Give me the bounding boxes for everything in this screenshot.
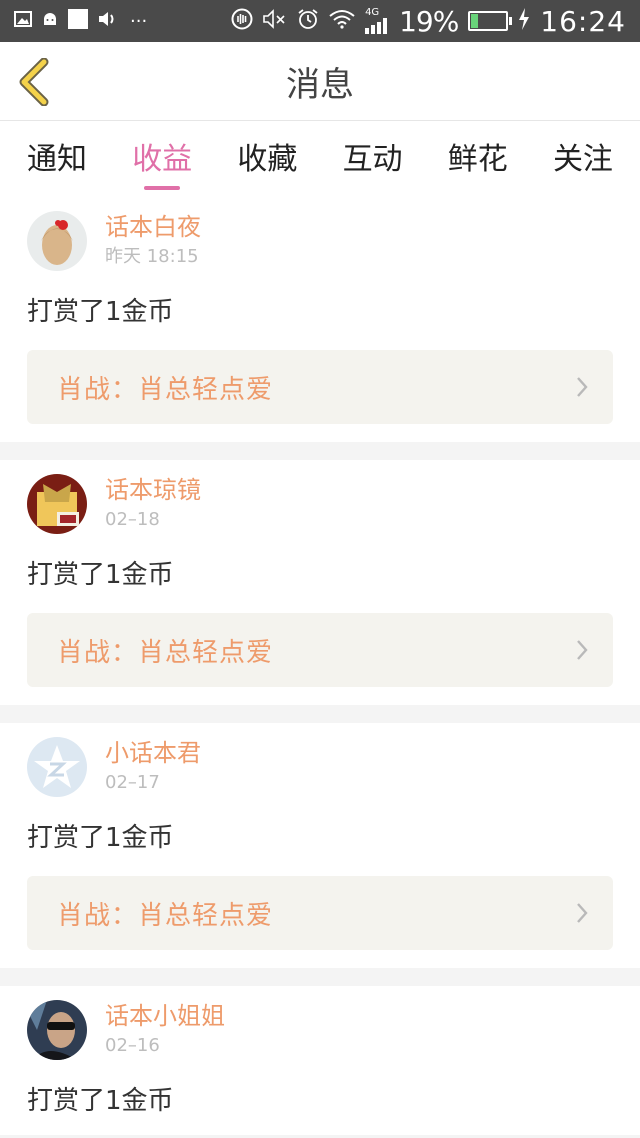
avatar[interactable]: [27, 474, 87, 534]
chevron-right-icon: [577, 640, 588, 660]
work-link[interactable]: 肖战：肖总轻点爱: [27, 613, 613, 687]
message-header: 话本琼镜 02–18: [27, 474, 613, 534]
message-header: 小话本君 02–17: [27, 737, 613, 797]
battery-percent: 19%: [399, 4, 459, 38]
work-link[interactable]: 肖战：肖总轻点爱: [27, 350, 613, 424]
square-icon: [68, 8, 88, 34]
timestamp: 昨天 18:15: [105, 246, 199, 267]
work-link[interactable]: 肖战：肖总轻点爱: [27, 876, 613, 950]
tab-notify[interactable]: 通知: [27, 134, 87, 184]
battery-icon: [468, 11, 513, 31]
message-meta: 话本琼镜 02–18: [105, 475, 201, 533]
chevron-right-icon: [577, 377, 588, 397]
username[interactable]: 话本小姐姐: [105, 1001, 225, 1031]
message-header: 话本小姐姐 02–16: [27, 1000, 613, 1060]
message-text: 打赏了1金币: [27, 297, 174, 327]
work-title: 肖战：肖总轻点爱: [57, 637, 274, 668]
message-card: 话本琼镜 02–18 打赏了1金币 肖战：肖总轻点爱: [0, 460, 640, 705]
timestamp: 02–17: [105, 772, 160, 793]
tab-interactions[interactable]: 互动: [343, 134, 403, 184]
tab-bar: 通知 收益 收藏 互动 鲜花 关注: [0, 121, 640, 197]
signal-icon: [365, 18, 388, 34]
tab-earnings[interactable]: 收益: [132, 134, 192, 184]
tab-favorites[interactable]: 收藏: [237, 134, 297, 184]
work-title: 肖战：肖总轻点爱: [57, 374, 274, 405]
wifi-icon: [329, 9, 355, 33]
back-chevron-icon: [19, 57, 49, 107]
avatar-image-icon: [27, 474, 87, 534]
avatar[interactable]: [27, 737, 87, 797]
back-button[interactable]: [16, 57, 56, 107]
status-bar: ··· 4G 19% 16:24: [0, 0, 640, 42]
page-title: 消息: [286, 64, 354, 105]
username[interactable]: 话本白夜: [105, 212, 201, 242]
work-title: 肖战：肖总轻点爱: [57, 900, 274, 931]
timestamp: 02–18: [105, 509, 160, 530]
volume-icon: [98, 10, 120, 33]
message-meta: 话本白夜 昨天 18:15: [105, 212, 201, 270]
signal-indicator: 4G: [365, 8, 389, 34]
username[interactable]: 小话本君: [105, 738, 201, 768]
avatar-image-icon: [27, 211, 87, 271]
timestamp: 02–16: [105, 1035, 160, 1056]
message-text: 打赏了1金币: [27, 823, 174, 853]
message-header: 话本白夜 昨天 18:15: [27, 211, 613, 271]
message-list: 话本白夜 昨天 18:15 打赏了1金币 肖战：肖总轻点爱 话本琼镜 02–18…: [0, 197, 640, 1135]
more-icon: ···: [130, 10, 148, 32]
message-meta: 话本小姐姐 02–16: [105, 1001, 225, 1059]
chevron-right-icon: [577, 903, 588, 923]
message-card: 小话本君 02–17 打赏了1金币 肖战：肖总轻点爱: [0, 723, 640, 968]
avatar-image-icon: [27, 1000, 87, 1060]
avatar[interactable]: [27, 1000, 87, 1060]
nav-header: 消息: [0, 42, 640, 121]
tab-following[interactable]: 关注: [553, 134, 613, 184]
username[interactable]: 话本琼镜: [105, 475, 201, 505]
message-text: 打赏了1金币: [27, 1086, 174, 1116]
alarm-icon: [297, 8, 319, 34]
message-card: 话本白夜 昨天 18:15 打赏了1金币 肖战：肖总轻点爱: [0, 197, 640, 442]
avatar[interactable]: [27, 211, 87, 271]
status-bar-left: ···: [14, 8, 148, 34]
status-bar-right: 4G 19% 16:24: [231, 5, 626, 38]
android-icon: [42, 11, 58, 32]
network-label: 4G: [365, 7, 380, 18]
tab-flowers[interactable]: 鲜花: [448, 134, 508, 184]
image-icon: [14, 10, 32, 32]
battery-fill: [471, 14, 479, 28]
message-text: 打赏了1金币: [27, 560, 174, 590]
default-avatar-star-icon: [27, 737, 87, 797]
charging-icon: [518, 8, 530, 34]
message-meta: 小话本君 02–17: [105, 738, 201, 796]
mute-icon: [263, 9, 287, 33]
clock: 16:24: [540, 4, 626, 38]
message-card: 话本小姐姐 02–16 打赏了1金币: [0, 986, 640, 1135]
vibrate-icon: [231, 8, 253, 34]
